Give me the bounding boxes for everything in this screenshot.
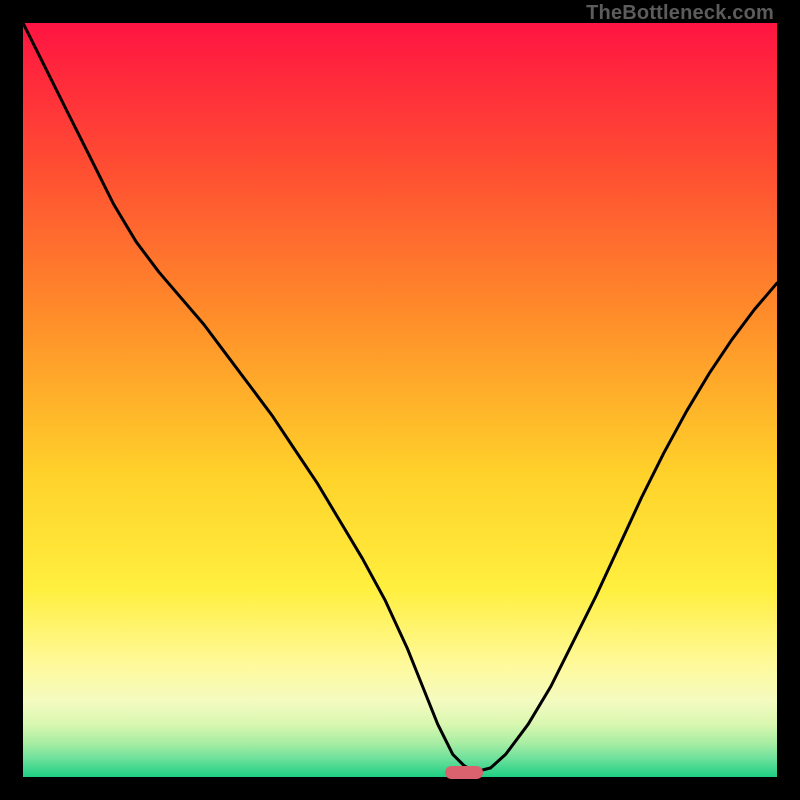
plot-frame xyxy=(23,23,777,777)
gradient-background xyxy=(23,23,777,777)
watermark-text: TheBottleneck.com xyxy=(586,2,774,25)
optimal-marker xyxy=(445,766,483,779)
bottleneck-chart xyxy=(23,23,777,777)
